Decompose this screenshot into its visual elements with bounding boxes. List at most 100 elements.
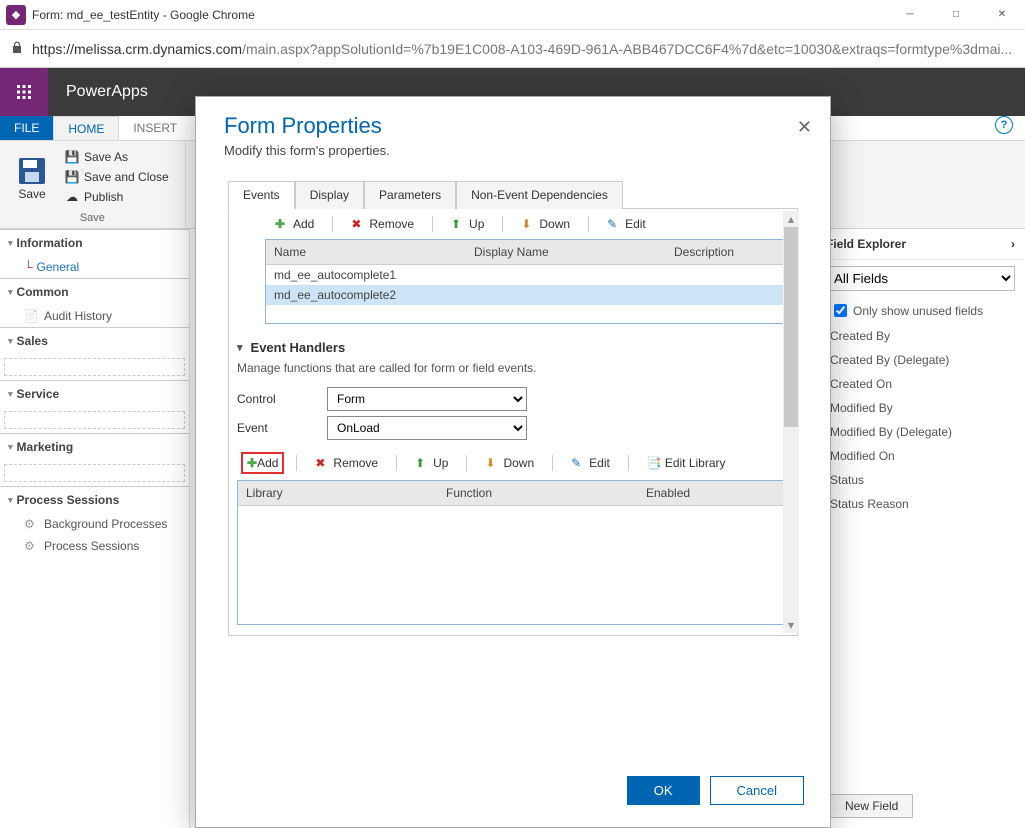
tab-parameters[interactable]: Parameters <box>364 181 456 209</box>
scrollbar-thumb[interactable] <box>784 227 798 427</box>
gear-icon: ⚙ <box>24 517 38 531</box>
plus-icon: ✚ <box>247 456 257 470</box>
field-item[interactable]: Created By (Delegate) <box>816 348 1025 372</box>
field-item[interactable]: Created By <box>816 324 1025 348</box>
library-icon: 📑 <box>647 456 661 470</box>
handler-remove-button[interactable]: ✖Remove <box>309 454 384 472</box>
control-label: Control <box>237 392 327 406</box>
save-icon <box>16 155 48 187</box>
doc-icon: 📄 <box>24 309 38 323</box>
window-close-button[interactable]: ✕ <box>979 0 1025 30</box>
scroll-up-icon[interactable]: ▴ <box>783 211 799 227</box>
tab-display[interactable]: Display <box>295 181 364 209</box>
close-icon[interactable]: ✕ <box>797 117 812 138</box>
dialog-subtitle: Modify this form's properties. <box>224 143 802 158</box>
tab-file[interactable]: FILE <box>0 116 53 140</box>
save-label: Save <box>18 187 45 201</box>
field-item[interactable]: Modified By (Delegate) <box>816 420 1025 444</box>
save-as-icon: 💾 <box>64 149 80 165</box>
control-select[interactable]: Form <box>327 387 527 411</box>
app-icon: ◆ <box>6 5 26 25</box>
left-nav: Information └General Common 📄Audit Histo… <box>0 229 190 828</box>
save-as-button[interactable]: 💾Save As <box>60 147 173 167</box>
nav-process-sessions[interactable]: Process Sessions <box>0 487 189 513</box>
event-handlers-desc: Manage functions that are called for for… <box>237 361 789 375</box>
cancel-button[interactable]: Cancel <box>710 776 804 805</box>
handler-edit-library-button[interactable]: 📑Edit Library <box>641 454 732 472</box>
save-close-button[interactable]: 💾Save and Close <box>60 167 173 187</box>
event-handlers-heading[interactable]: Event Handlers <box>237 340 789 355</box>
tab-non-event-deps[interactable]: Non-Event Dependencies <box>456 181 623 209</box>
col-desc[interactable]: Description <box>666 240 788 264</box>
nav-common[interactable]: Common <box>0 279 189 305</box>
library-grid: Name Display Name Description md_ee_auto… <box>265 239 789 324</box>
tab-events[interactable]: Events <box>228 181 295 209</box>
lib-up-button[interactable]: ⬆Up <box>445 215 490 233</box>
field-item[interactable]: Modified On <box>816 444 1025 468</box>
url-host: https://melissa.crm.dynamics.com <box>32 41 242 57</box>
event-label: Event <box>237 421 327 435</box>
field-item[interactable]: Modified By <box>816 396 1025 420</box>
edit-icon: ✎ <box>607 217 621 231</box>
event-select[interactable]: OnLoad <box>327 416 527 440</box>
nav-service[interactable]: Service <box>0 381 189 407</box>
delete-icon: ✖ <box>351 217 365 231</box>
publish-icon: ☁ <box>64 189 80 205</box>
save-close-icon: 💾 <box>64 169 80 185</box>
edit-icon: ✎ <box>571 456 585 470</box>
nav-general[interactable]: └General <box>0 256 189 278</box>
handler-add-button[interactable]: ✚Add <box>241 452 284 474</box>
dialog-title: Form Properties <box>224 113 802 139</box>
col-name[interactable]: Name <box>266 240 466 264</box>
publish-button[interactable]: ☁Publish <box>60 187 173 207</box>
nav-information[interactable]: Information <box>0 230 189 256</box>
col-display[interactable]: Display Name <box>466 240 666 264</box>
col-enabled[interactable]: Enabled <box>638 481 788 505</box>
lib-add-button[interactable]: ✚Add <box>269 215 320 233</box>
field-item[interactable]: Created On <box>816 372 1025 396</box>
lib-down-button[interactable]: ⬇Down <box>515 215 576 233</box>
tab-insert[interactable]: INSERT <box>119 116 191 140</box>
save-button[interactable]: Save <box>8 145 56 210</box>
url-path: /main.aspx?appSolutionId=%7b19E1C008-A10… <box>242 41 1012 57</box>
arrow-down-icon: ⬇ <box>521 217 535 231</box>
window-minimize-button[interactable]: ─ <box>887 0 933 30</box>
col-function[interactable]: Function <box>438 481 638 505</box>
field-item[interactable]: Status Reason <box>816 492 1025 516</box>
gear-icon: ⚙ <box>24 539 38 553</box>
library-row[interactable]: md_ee_autocomplete2 <box>266 285 788 305</box>
lib-remove-button[interactable]: ✖Remove <box>345 215 420 233</box>
handler-grid: Library Function Enabled <box>237 480 789 625</box>
field-filter-select[interactable]: All Fields <box>826 266 1015 291</box>
field-explorer: Field Explorer › All Fields Only show un… <box>815 229 1025 828</box>
handler-down-button[interactable]: ⬇Down <box>479 454 540 472</box>
handler-edit-button[interactable]: ✎Edit <box>565 454 616 472</box>
nav-ps-item[interactable]: ⚙Process Sessions <box>0 535 189 557</box>
nav-sales[interactable]: Sales <box>0 328 189 354</box>
window-maximize-button[interactable]: □ <box>933 0 979 30</box>
new-field-button[interactable]: New Field <box>830 794 913 818</box>
arrow-up-icon: ⬆ <box>415 456 429 470</box>
app-launcher-icon[interactable] <box>0 68 48 116</box>
arrow-up-icon: ⬆ <box>451 217 465 231</box>
nav-bg-processes[interactable]: ⚙Background Processes <box>0 513 189 535</box>
ok-button[interactable]: OK <box>627 776 700 805</box>
field-item[interactable]: Status <box>816 468 1025 492</box>
library-row[interactable]: md_ee_autocomplete1 <box>266 265 788 285</box>
address-bar[interactable]: https://melissa.crm.dynamics.com /main.a… <box>0 30 1025 68</box>
tab-home[interactable]: HOME <box>53 116 119 140</box>
nav-audit-history[interactable]: 📄Audit History <box>0 305 189 327</box>
unused-fields-checkbox[interactable]: Only show unused fields <box>816 297 1025 324</box>
lib-edit-button[interactable]: ✎Edit <box>601 215 652 233</box>
scroll-down-icon[interactable]: ▾ <box>783 617 799 633</box>
col-library[interactable]: Library <box>238 481 438 505</box>
chevron-right-icon[interactable]: › <box>1011 237 1015 251</box>
help-icon[interactable]: ? <box>995 116 1013 134</box>
lock-icon <box>10 40 24 57</box>
handler-toolbar: ✚Add ✖Remove ⬆Up ⬇Down ✎Edit 📑Edit Libra… <box>237 446 789 480</box>
window-title: Form: md_ee_testEntity - Google Chrome <box>32 8 887 22</box>
handler-up-button[interactable]: ⬆Up <box>409 454 454 472</box>
delete-icon: ✖ <box>315 456 329 470</box>
nav-marketing[interactable]: Marketing <box>0 434 189 460</box>
plus-icon: ✚ <box>275 217 289 231</box>
